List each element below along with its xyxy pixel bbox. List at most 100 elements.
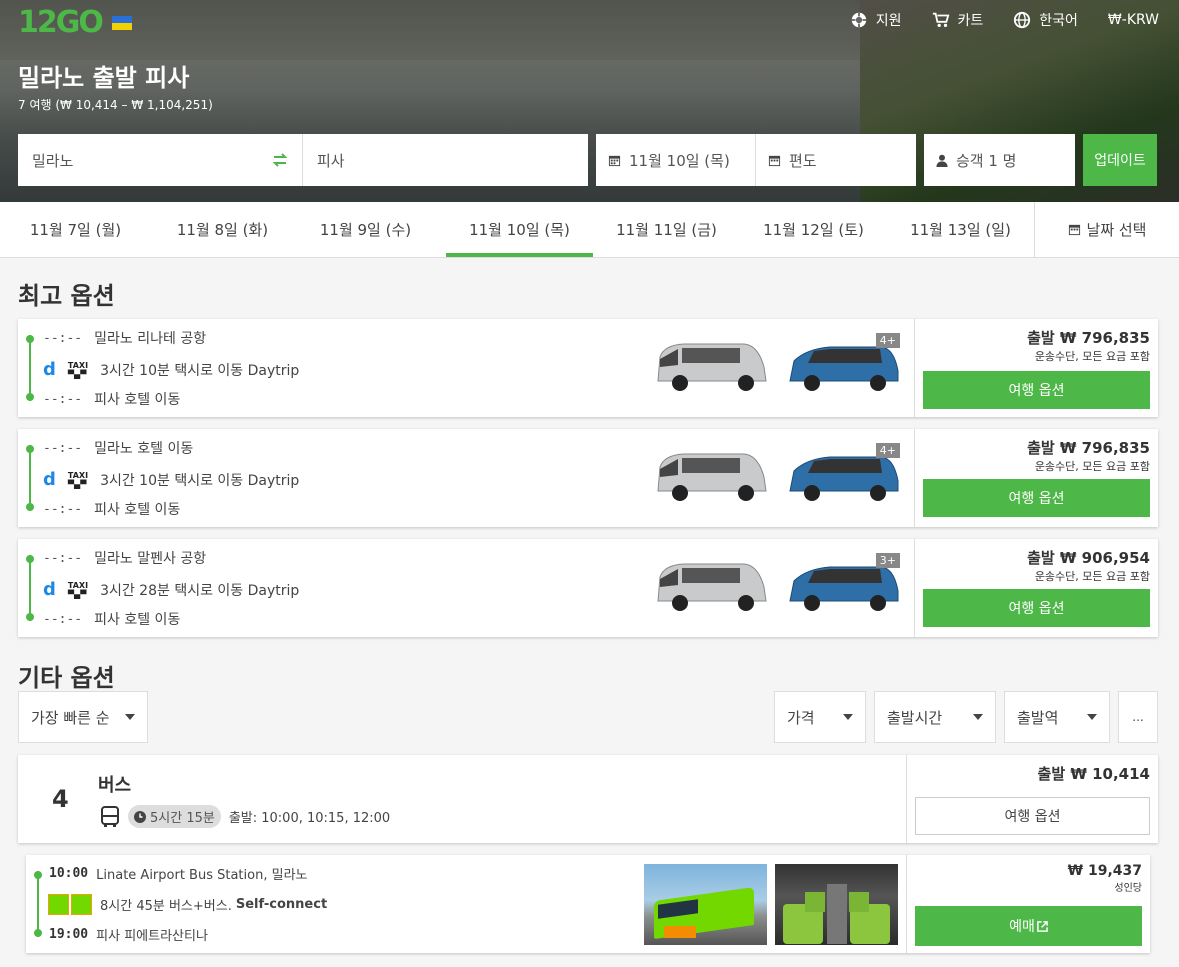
station-filter[interactable]: 출발역	[1004, 691, 1110, 743]
passengers-field[interactable]: 승객 1 명	[924, 134, 1075, 186]
best-option-card[interactable]: --:-- 밀라노 호텔 이동 d TAXI ▀▄▀ 3시간 10분 택시로 이동 …	[18, 429, 1158, 527]
chevron-down-icon	[1087, 714, 1097, 720]
self-connect-label: Self-connect	[235, 897, 328, 912]
date-tab[interactable]: 11월 11일 (금)	[593, 202, 740, 257]
price-panel: 출발 ₩ 796,835 운송수단, 모든 요금 포함 여행 옵션	[914, 319, 1158, 417]
arrival-place: 피사 호텔 이동	[94, 392, 181, 408]
more-filters-button[interactable]: ...	[1118, 691, 1158, 743]
price-value: 출발 ₩ 906,954	[1027, 549, 1150, 567]
best-options-heading: 최고 옵션	[18, 282, 115, 310]
arrival-place: 피사 피에트라산티나	[96, 929, 208, 944]
bus-trip-card[interactable]: 10:00 Linate Airport Bus Station, 밀라노 8시간…	[26, 855, 1150, 953]
chevron-down-icon	[973, 714, 983, 720]
calendar-icon	[1068, 224, 1080, 236]
price-info: 출발 ₩ 10,414	[1038, 763, 1150, 784]
return-field[interactable]: 편도	[756, 134, 916, 186]
external-link-icon	[1037, 920, 1048, 932]
blue-van-image	[789, 566, 899, 611]
trip-count: 4	[52, 785, 69, 813]
route-timeline	[34, 871, 42, 937]
currency-selector[interactable]: ₩-KRW	[1108, 12, 1159, 28]
price-panel: 출발 ₩ 10,414 여행 옵션	[906, 755, 1158, 843]
from-field[interactable]: 밀라노	[18, 134, 303, 186]
date-tab[interactable]: 11월 9일 (수)	[294, 202, 437, 257]
sort-label: 가장 빠른 순	[31, 708, 110, 727]
arrival-time: 19:00	[49, 927, 89, 942]
date-tab-active[interactable]: 11월 10일 (목)	[446, 202, 593, 257]
travel-options-button[interactable]: 여행 옵션	[923, 479, 1150, 517]
passengers-value: 승객 1 명	[956, 151, 1017, 170]
seats-badge: 3+	[875, 553, 900, 568]
arrival-time: --:--	[43, 611, 83, 627]
seats-badge: 4+	[875, 333, 900, 348]
duration-value: 5시간 15분	[150, 811, 215, 826]
departure-row: --:-- 밀라노 리나테 공항	[43, 328, 206, 348]
trip-description: 8시간 45분 버스+버스.	[100, 899, 232, 914]
date-tab[interactable]: 11월 13일 (일)	[887, 202, 1034, 257]
lifebuoy-icon	[851, 12, 866, 28]
bus-interior-image	[775, 864, 898, 945]
to-field[interactable]: 피사	[303, 134, 588, 186]
daytrip-logo-icon: d	[43, 579, 56, 600]
date-picker-button[interactable]: 날짜 선택	[1034, 202, 1179, 257]
cart-link[interactable]: 카트	[932, 10, 984, 30]
departure-time-filter[interactable]: 출발시간	[874, 691, 996, 743]
calendar-icon	[608, 155, 621, 166]
support-link[interactable]: 지원	[850, 10, 902, 30]
bus-group-meta: 5시간 15분 출발: 10:00, 10:15, 12:00	[100, 805, 390, 828]
price-value: 출발 ₩ 796,835	[1027, 329, 1150, 347]
sort-dropdown[interactable]: 가장 빠른 순	[18, 691, 148, 743]
update-button[interactable]: 업데이트	[1083, 134, 1157, 186]
travel-options-button[interactable]: 여행 옵션	[923, 589, 1150, 627]
seats-badge: 4+	[875, 443, 900, 458]
date-tabs: 11월 7일 (월) 11월 8일 (화) 11월 9일 (수) 11월 10일…	[0, 202, 1179, 258]
daytrip-logo-icon: d	[43, 469, 56, 490]
date-tab[interactable]: 11월 7일 (월)	[0, 202, 151, 257]
arrival-row: 19:00 피사 피에트라산티나	[49, 925, 208, 944]
departure-row: 10:00 Linate Airport Bus Station, 밀라노	[49, 864, 307, 883]
best-option-card[interactable]: --:-- 밀라노 리나테 공항 d TAXI ▀▄▀ 3시간 10분 택시로 이동…	[18, 319, 1158, 417]
arrival-time: --:--	[43, 391, 83, 407]
date-tab[interactable]: 11월 8일 (화)	[151, 202, 294, 257]
other-options-heading: 기타 옵션	[18, 664, 115, 692]
cart-label: 카트	[957, 13, 984, 29]
hero-banner: 12GO 지원 카트 한국어 ₩-KRW 밀라노 출발 피사 7 여행 (₩ 1…	[0, 0, 1179, 202]
blue-van-image	[789, 456, 899, 501]
best-option-card[interactable]: --:-- 밀라노 말펜사 공항 d TAXI ▀▄▀ 3시간 28분 택시로 이동…	[18, 539, 1158, 637]
route-timeline	[26, 445, 34, 511]
departure-place: 밀라노 호텔 이동	[94, 441, 194, 457]
price-filter-label: 가격	[787, 708, 815, 727]
trip-description: 3시간 28분 택시로 이동 Daytrip	[100, 582, 300, 599]
trip-row: d TAXI ▀▄▀ 3시간 10분 택시로 이동 Daytrip	[43, 359, 299, 380]
route-timeline	[26, 335, 34, 401]
flixbus-logo-icon	[48, 894, 92, 915]
currency-label: ₩-KRW	[1107, 12, 1159, 28]
swap-icon[interactable]	[272, 152, 288, 168]
travel-options-button[interactable]: 여행 옵션	[915, 797, 1150, 835]
cart-icon	[932, 12, 949, 28]
trip-row: 8시간 45분 버스+버스. Self-connect	[48, 894, 327, 915]
departures-list: 출발: 10:00, 10:15, 12:00	[228, 811, 391, 826]
date-field[interactable]: 11월 10일 (목)	[596, 134, 756, 186]
departure-time: --:--	[43, 330, 83, 346]
logo[interactable]: 12GO	[18, 6, 132, 40]
departure-row: --:-- 밀라노 말펜사 공항	[43, 548, 206, 568]
price-value: 출발 ₩ 10,414	[1037, 765, 1150, 783]
price-note: 운송수단, 모든 요금 포함	[1034, 350, 1150, 363]
trip-row: d TAXI ▀▄▀ 3시간 28분 택시로 이동 Daytrip	[43, 579, 299, 600]
blue-van-image	[789, 346, 899, 391]
departure-time: 10:00	[49, 866, 89, 881]
book-button[interactable]: 예매	[915, 906, 1142, 946]
travel-options-button[interactable]: 여행 옵션	[923, 371, 1150, 409]
route-timeline	[26, 555, 34, 621]
language-selector[interactable]: 한국어	[1013, 10, 1078, 30]
price-filter[interactable]: 가격	[774, 691, 866, 743]
arrival-place: 피사 호텔 이동	[94, 612, 181, 628]
chevron-down-icon	[843, 714, 853, 720]
bus-group-card[interactable]: 4 버스 5시간 15분 출발: 10:00, 10:15, 12:00 출발 …	[18, 755, 1158, 843]
arrival-row: --:-- 피사 호텔 이동	[43, 609, 180, 629]
silver-van-image	[657, 453, 767, 501]
duration-pill: 5시간 15분	[128, 805, 221, 828]
page-subtitle: 7 여행 (₩ 10,414 – ₩ 1,104,251)	[18, 98, 213, 112]
date-tab[interactable]: 11월 12일 (토)	[740, 202, 887, 257]
